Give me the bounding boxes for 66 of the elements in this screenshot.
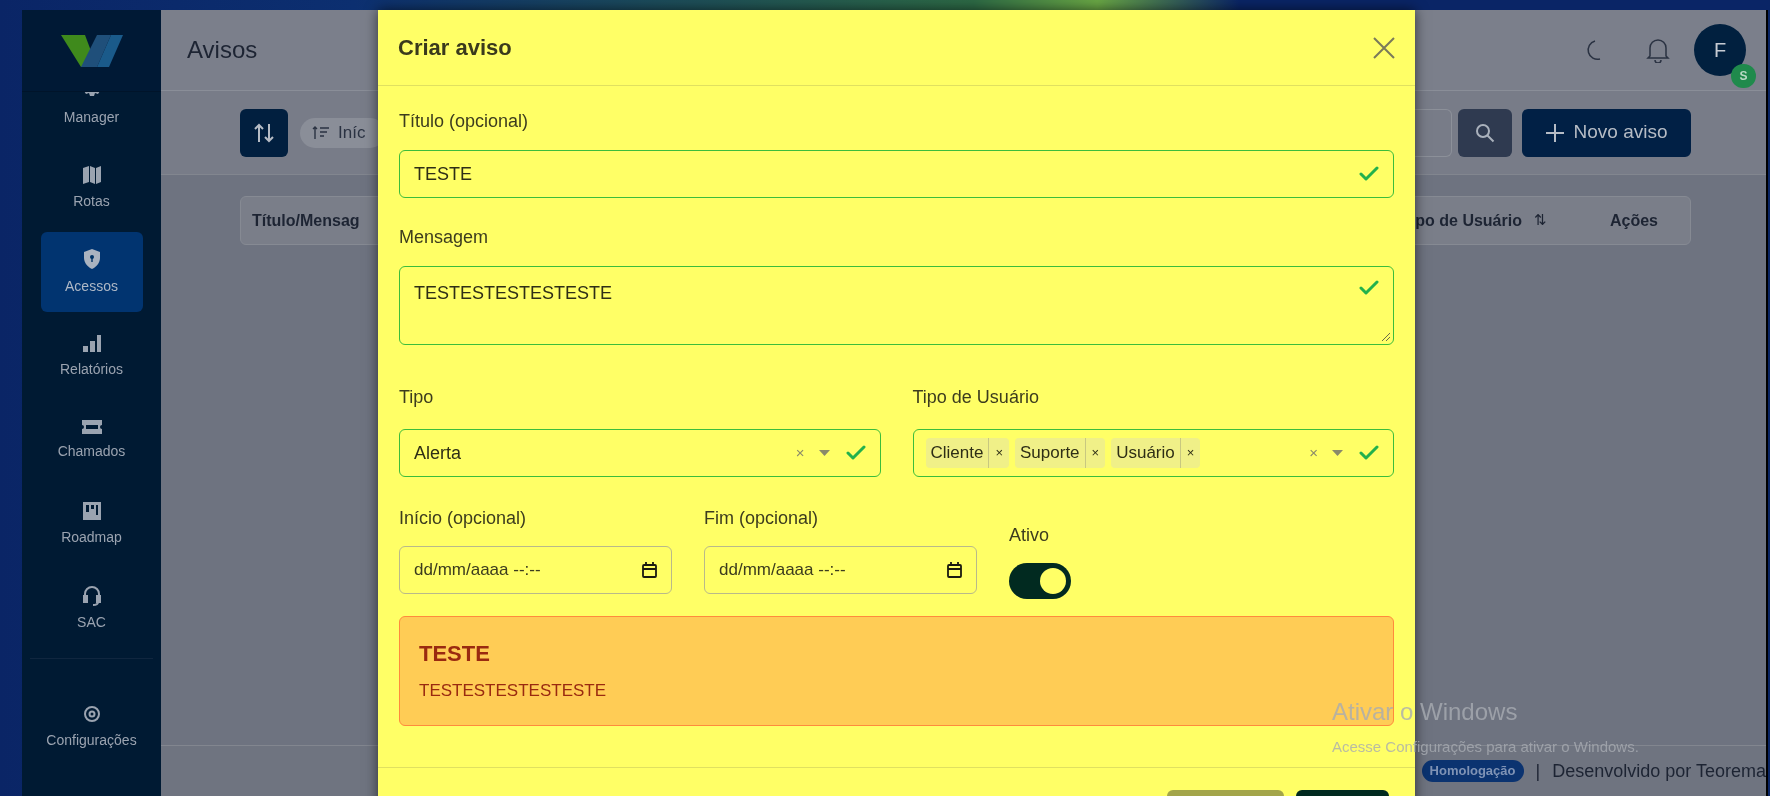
new-notice-button[interactable]: Novo aviso <box>1522 108 1691 157</box>
field-label: Título (opcional) <box>399 110 530 133</box>
tag-label: Suporte <box>1019 442 1081 465</box>
field-label: Tipo <box>399 386 435 409</box>
settings-icon <box>81 704 102 724</box>
field-label: Início (opcional) <box>399 507 528 530</box>
select-value: Alerta <box>414 441 462 465</box>
tag-label: Cliente <box>929 442 985 465</box>
sidebar-item[interactable]: Rotas <box>40 148 143 228</box>
calendar-icon[interactable] <box>947 562 962 578</box>
field-label: Mensagem <box>399 226 490 249</box>
calendar-icon[interactable] <box>642 562 657 578</box>
caret-icon[interactable] <box>1332 450 1343 456</box>
search-icon <box>1475 122 1495 143</box>
date-field[interactable]: dd/mm/aaaa --:-- <box>704 546 977 594</box>
logo <box>60 32 123 69</box>
sidebar-item[interactable]: Manager <box>40 92 143 144</box>
environment-badge: Homologação <box>1421 760 1524 782</box>
check-icon <box>1359 280 1379 296</box>
page-title: Avisos <box>187 35 258 65</box>
status-badge: S <box>1731 64 1756 88</box>
sidebar-item[interactable]: Configurações <box>38 700 145 755</box>
separator: | <box>1535 759 1541 783</box>
sidebar-item[interactable]: SAC <box>40 568 143 648</box>
sort-button[interactable] <box>240 108 288 157</box>
sidebar-item[interactable]: Relatórios <box>40 316 143 396</box>
sidebar-item[interactable]: Chamados <box>40 400 143 480</box>
close-icon[interactable] <box>1373 36 1395 59</box>
check-icon <box>845 445 866 461</box>
check-icon <box>1359 166 1379 182</box>
sidebar-item[interactable]: Acessos <box>40 232 143 312</box>
select-field[interactable]: Cliente × Suporte × Usuário × × <box>912 429 1394 477</box>
caret-icon[interactable] <box>818 450 830 456</box>
preview-message: TESTESTESTESTESTE <box>419 680 608 702</box>
preview-title: TESTE <box>419 640 491 668</box>
modal-title: Criar aviso <box>398 34 512 62</box>
headset-icon <box>81 583 102 606</box>
map-icon <box>81 164 102 185</box>
board-icon <box>81 500 102 521</box>
column-header[interactable]: po de Usuário <box>1415 208 1522 233</box>
bell-icon[interactable] <box>1646 37 1670 63</box>
shield-icon <box>81 247 102 270</box>
message-field[interactable]: TESTESTESTESTESTE <box>399 266 1394 345</box>
ticket-icon <box>80 418 103 435</box>
search-button[interactable] <box>1458 108 1512 157</box>
column-header[interactable]: Título/Mensag <box>252 208 360 233</box>
date-field[interactable]: dd/mm/aaaa --:-- <box>399 546 672 594</box>
check-icon <box>1359 445 1379 461</box>
field-label: Ativo <box>1009 524 1051 547</box>
credit-text: Desenvolvido por Teorema <box>1552 759 1766 783</box>
clear-icon[interactable]: × <box>1309 441 1318 465</box>
clear-icon[interactable]: × <box>795 441 805 465</box>
toggle-switch[interactable] <box>1009 563 1071 599</box>
plus-icon <box>1545 123 1564 142</box>
field-label: Fim (opcional) <box>704 507 820 530</box>
tag-label: Usuário <box>1115 442 1176 465</box>
sidebar-item[interactable]: Roadmap <box>40 484 143 564</box>
field-label: Tipo de Usuário <box>912 386 1040 409</box>
column-header: Ações <box>1609 210 1658 231</box>
sort-icon <box>253 121 275 144</box>
title-field[interactable]: TESTE <box>399 150 1394 198</box>
bar-chart-icon <box>81 332 102 353</box>
sort-icon <box>312 125 330 140</box>
select-field[interactable]: Alerta × <box>399 429 881 477</box>
sort-icon[interactable]: ⇅ <box>1533 209 1547 232</box>
resize-handle-icon[interactable] <box>1382 333 1390 341</box>
